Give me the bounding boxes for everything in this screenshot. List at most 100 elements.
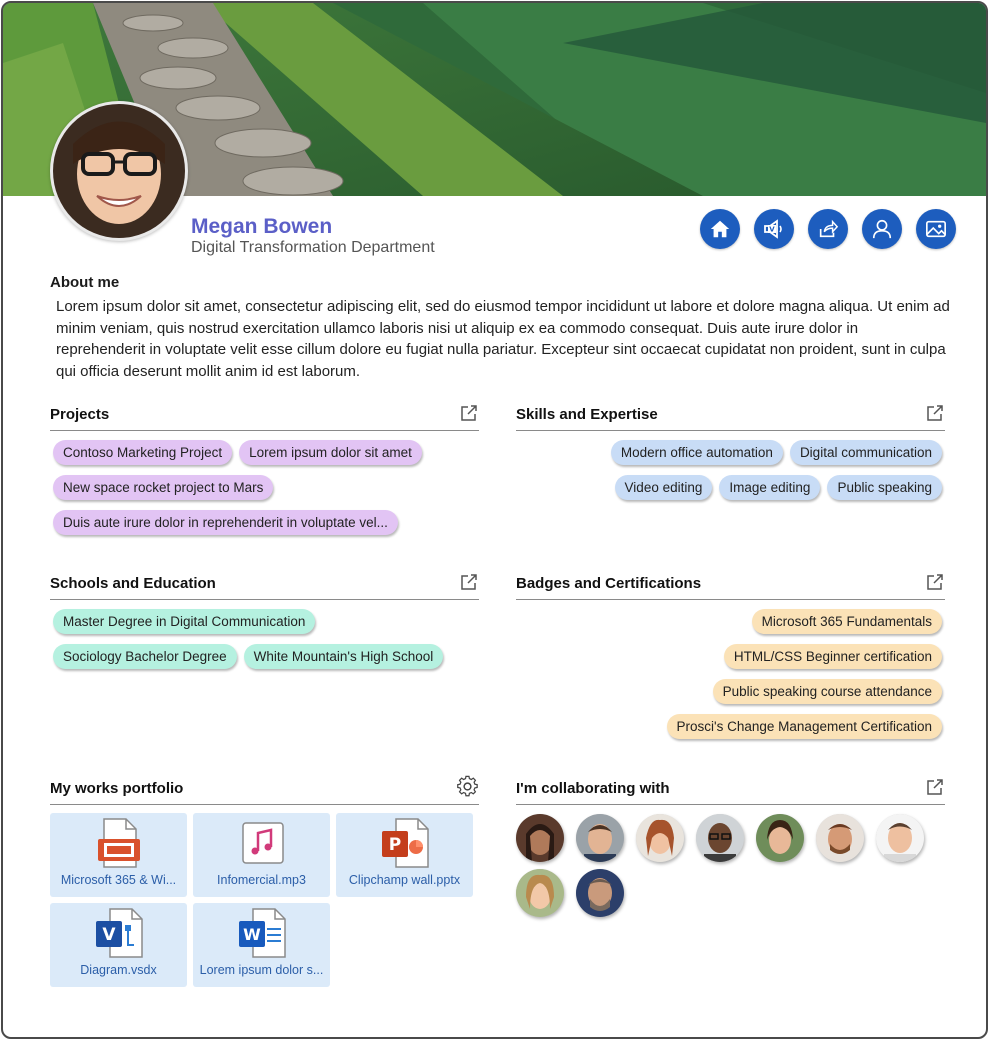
collaborator-avatar[interactable] (576, 869, 624, 917)
portfolio-section: My works portfolio Microsoft 365 & Wi... (50, 775, 479, 987)
skills-section: Skills and Expertise Modern office autom… (516, 403, 945, 500)
share-icon (819, 219, 839, 238)
education-pill[interactable]: Master Degree in Digital Communication (53, 609, 316, 634)
file-tile[interactable]: W Lorem ipsum dolor s... (193, 903, 330, 987)
person-photo (816, 814, 864, 862)
skills-title: Skills and Expertise (516, 406, 658, 423)
education-list: Master Degree in Digital Communication S… (50, 609, 479, 669)
skill-pill[interactable]: Digital communication (789, 440, 942, 465)
collaborators-list (516, 814, 936, 917)
file-name: Infomercial.mp3 (217, 873, 306, 887)
video-file-icon (97, 818, 140, 868)
project-pill[interactable]: New space rocket project to Mars (53, 475, 274, 500)
education-pill[interactable]: White Mountain's High School (243, 644, 444, 669)
collaborator-avatar[interactable] (816, 814, 864, 862)
project-pill[interactable]: Lorem ipsum dolor sit amet (239, 440, 422, 465)
education-pill[interactable]: Sociology Bachelor Degree (53, 644, 237, 669)
skill-pill[interactable]: Modern office automation (610, 440, 783, 465)
file-tile[interactable]: P Clipchamp wall.pptx (336, 813, 473, 897)
collaborator-avatar[interactable] (516, 814, 564, 862)
svg-text:P: P (388, 835, 400, 855)
skills-header: Skills and Expertise (516, 403, 945, 431)
viva-engage-icon: V (764, 219, 782, 239)
collaborator-avatar[interactable] (756, 814, 804, 862)
person-icon (872, 219, 892, 239)
open-external-icon[interactable] (925, 572, 945, 592)
collaborator-avatar[interactable] (876, 814, 924, 862)
project-pill[interactable]: Duis aute irure dolor in reprehenderit i… (53, 510, 398, 535)
home-button[interactable] (700, 209, 740, 249)
home-icon (710, 220, 730, 238)
badge-pill[interactable]: HTML/CSS Beginner certification (723, 644, 942, 669)
person-photo (876, 814, 924, 862)
skills-list: Modern office automation Digital communi… (516, 440, 945, 500)
open-external-icon[interactable] (459, 403, 479, 423)
open-external-icon[interactable] (459, 572, 479, 592)
file-name: Diagram.vsdx (80, 963, 157, 977)
collaborators-section: I'm collaborating with (516, 777, 945, 917)
banner-image-button[interactable] (916, 209, 956, 249)
collaborator-avatar[interactable] (636, 814, 684, 862)
viva-engage-button[interactable]: V (754, 209, 794, 249)
about-text: Lorem ipsum dolor sit amet, consectetur … (56, 298, 950, 380)
badge-pill[interactable]: Microsoft 365 Fundamentals (751, 609, 942, 634)
person-photo (756, 814, 804, 862)
collaborator-avatar[interactable] (516, 869, 564, 917)
projects-header: Projects (50, 403, 479, 431)
portfolio-files: Microsoft 365 & Wi... Infomercial.mp3 P … (50, 813, 479, 987)
badges-header: Badges and Certifications (516, 572, 945, 600)
projects-section: Projects Contoso Marketing Project Lorem… (50, 403, 479, 535)
projects-title: Projects (50, 406, 110, 423)
person-photo (636, 814, 684, 862)
collaborators-header: I'm collaborating with (516, 777, 945, 805)
avatar-photo (53, 104, 185, 238)
gear-icon[interactable] (456, 775, 479, 798)
profile-avatar[interactable] (50, 101, 188, 241)
about-title: About me (50, 274, 120, 291)
file-tile[interactable]: V Diagram.vsdx (50, 903, 187, 987)
education-header: Schools and Education (50, 572, 479, 600)
person-photo (576, 814, 624, 862)
image-icon (926, 220, 946, 238)
education-title: Schools and Education (50, 575, 216, 592)
collaborator-avatar[interactable] (576, 814, 624, 862)
open-external-icon[interactable] (925, 403, 945, 423)
badges-list: Microsoft 365 Fundamentals HTML/CSS Begi… (516, 609, 945, 739)
badges-title: Badges and Certifications (516, 575, 702, 592)
collaborators-title: I'm collaborating with (516, 780, 670, 797)
person-photo (516, 814, 564, 862)
svg-text:W: W (243, 925, 261, 944)
audio-file-icon (241, 822, 284, 864)
profile-name: Megan Bowen (191, 215, 333, 238)
profile-card: Megan Bowen Digital Transformation Depar… (1, 1, 988, 1039)
education-section: Schools and Education Master Degree in D… (50, 572, 479, 669)
file-tile[interactable]: Infomercial.mp3 (193, 813, 330, 897)
person-photo (576, 869, 624, 917)
skill-pill[interactable]: Public speaking (827, 475, 942, 500)
collaborator-avatar[interactable] (696, 814, 744, 862)
portfolio-title: My works portfolio (50, 780, 184, 797)
skill-pill[interactable]: Video editing (614, 475, 713, 500)
project-pill[interactable]: Contoso Marketing Project (53, 440, 233, 465)
projects-list: Contoso Marketing Project Lorem ipsum do… (50, 440, 479, 535)
action-buttons: V (700, 209, 956, 249)
file-name: Microsoft 365 & Wi... (60, 873, 177, 887)
person-photo (696, 814, 744, 862)
svg-text:V: V (102, 925, 116, 945)
file-name: Clipchamp wall.pptx (348, 873, 461, 887)
skill-pill[interactable]: Image editing (719, 475, 821, 500)
share-button[interactable] (808, 209, 848, 249)
profile-department: Digital Transformation Department (191, 239, 435, 256)
powerpoint-file-icon: P (381, 818, 429, 868)
person-photo (516, 869, 564, 917)
profile-button[interactable] (862, 209, 902, 249)
open-external-icon[interactable] (925, 777, 945, 797)
svg-text:V: V (769, 226, 775, 234)
badges-section: Badges and Certifications Microsoft 365 … (516, 572, 945, 739)
word-file-icon: W (238, 908, 286, 958)
badge-pill[interactable]: Prosci's Change Management Certification (666, 714, 942, 739)
file-name: Lorem ipsum dolor s... (199, 963, 324, 977)
badge-pill[interactable]: Public speaking course attendance (712, 679, 942, 704)
file-tile[interactable]: Microsoft 365 & Wi... (50, 813, 187, 897)
visio-file-icon: V (95, 908, 143, 958)
